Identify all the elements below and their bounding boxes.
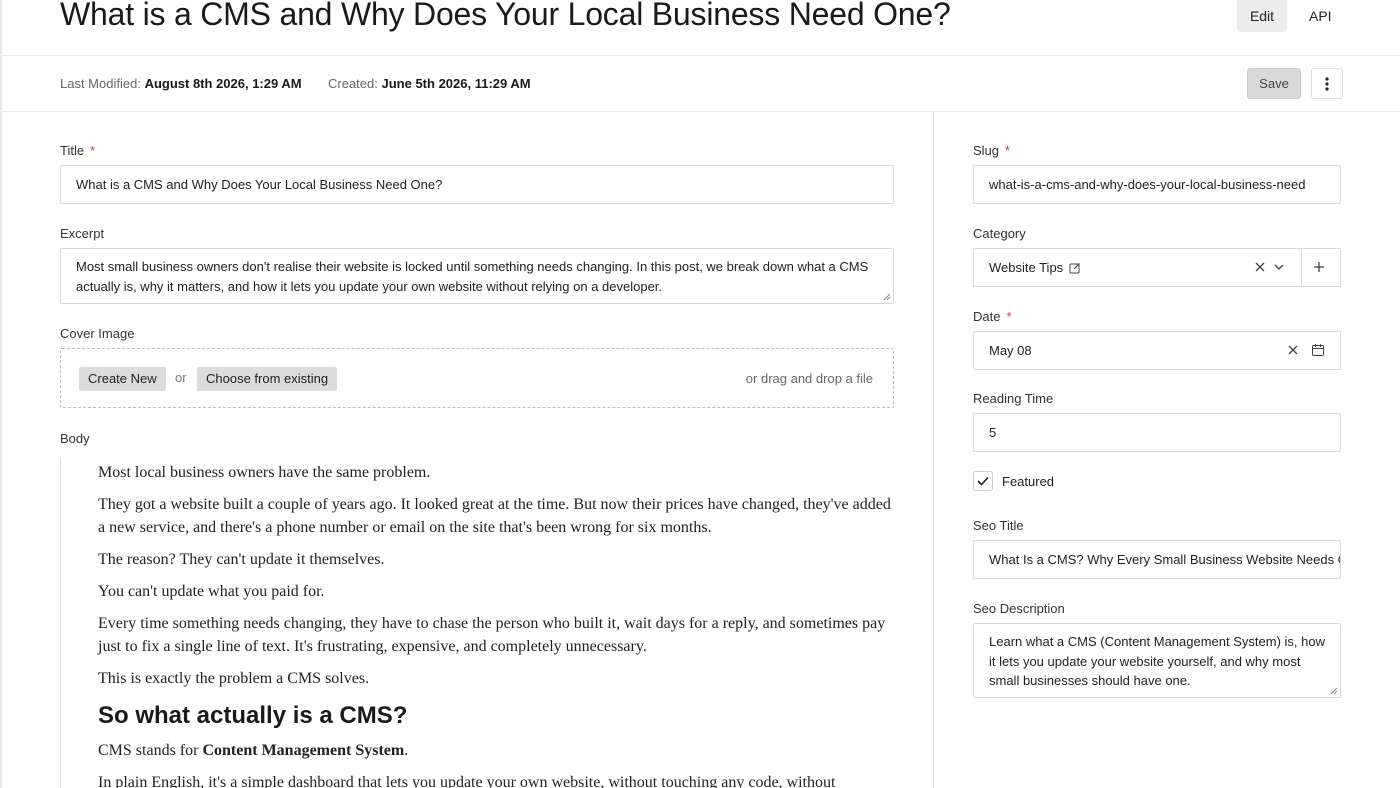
seo-description-text: Learn what a CMS (Content Management Sys…	[989, 634, 1325, 688]
page-title: What is a CMS and Why Does Your Local Bu…	[60, 0, 951, 32]
drag-drop-hint: or drag and drop a file	[745, 371, 873, 386]
plus-icon	[1314, 262, 1324, 272]
reading-time-input[interactable]: 5	[973, 413, 1341, 452]
tab-edit[interactable]: Edit	[1237, 0, 1287, 32]
clear-date-button[interactable]	[1287, 344, 1299, 356]
created: Created: June 5th 2026, 11:29 AM	[328, 76, 531, 91]
body-editor[interactable]: Most local business owners have the same…	[60, 459, 900, 788]
clear-category-button[interactable]	[1253, 260, 1267, 274]
calendar-icon	[1312, 344, 1324, 356]
body-paragraph: Most local business owners have the same…	[98, 464, 431, 481]
more-options-button[interactable]	[1311, 68, 1343, 99]
excerpt-textarea[interactable]: Most small business owners don't realise…	[60, 248, 894, 304]
vertical-dots-icon	[1325, 76, 1329, 91]
body-label: Body	[60, 431, 90, 446]
last-modified-label: Last Modified:	[60, 76, 141, 91]
save-button[interactable]: Save	[1247, 68, 1301, 99]
date-value: May 08	[989, 343, 1032, 358]
category-dropdown-toggle[interactable]	[1272, 260, 1286, 274]
created-value: June 5th 2026, 11:29 AM	[381, 76, 531, 91]
resize-handle-icon[interactable]	[1330, 687, 1338, 695]
created-label: Created:	[328, 76, 378, 91]
tab-api[interactable]: API	[1297, 0, 1343, 32]
choose-existing-button[interactable]: Choose from existing	[197, 367, 338, 391]
required-marker: *	[1005, 143, 1011, 158]
or-text: or	[175, 370, 187, 385]
body-paragraph: You can't update what you paid for.	[98, 583, 325, 600]
page-header: What is a CMS and Why Does Your Local Bu…	[2, 0, 1400, 56]
body-heading: So what actually is a CMS?	[98, 702, 408, 729]
seo-title-input[interactable]: What Is a CMS? Why Every Small Business …	[973, 540, 1341, 579]
excerpt-text: Most small business owners don't realise…	[76, 259, 869, 294]
category-label: Category	[973, 226, 1026, 241]
close-icon	[1255, 262, 1265, 272]
pencil-square-icon[interactable]	[1069, 262, 1081, 274]
close-icon	[1288, 345, 1298, 355]
column-divider	[933, 112, 934, 788]
required-marker: *	[90, 143, 96, 158]
resize-handle-icon[interactable]	[883, 293, 891, 301]
cover-image-label: Cover Image	[60, 326, 135, 341]
left-rail	[0, 0, 2, 788]
category-select[interactable]: Website Tips	[973, 248, 1341, 287]
category-divider	[1301, 249, 1302, 286]
date-label: Date *	[973, 309, 1012, 324]
open-calendar-button[interactable]	[1311, 343, 1325, 357]
featured-label: Featured	[1002, 474, 1055, 489]
seo-title-label: Seo Title	[973, 518, 1024, 533]
excerpt-label: Excerpt	[60, 226, 105, 241]
date-input[interactable]: May 08	[973, 331, 1341, 370]
body-paragraph: Every time something needs changing, the…	[98, 615, 886, 655]
create-new-button[interactable]: Create New	[79, 367, 166, 391]
category-value: Website Tips	[989, 260, 1081, 275]
title-input[interactable]: What is a CMS and Why Does Your Local Bu…	[60, 165, 894, 204]
body-paragraph: They got a website built a couple of yea…	[98, 496, 891, 536]
last-modified: Last Modified: August 8th 2026, 1:29 AM	[60, 76, 302, 91]
meta-bar: Last Modified: August 8th 2026, 1:29 AM …	[2, 56, 1400, 112]
slug-input[interactable]: what-is-a-cms-and-why-does-your-local-bu…	[973, 165, 1341, 204]
chevron-down-icon	[1274, 264, 1284, 270]
body-paragraph: The reason? They can't update it themsel…	[98, 551, 385, 568]
add-category-button[interactable]	[1312, 260, 1326, 274]
last-modified-value: August 8th 2026, 1:29 AM	[144, 76, 302, 91]
slug-label: Slug *	[973, 143, 1011, 158]
title-label: Title *	[60, 143, 96, 158]
body-paragraph: In plain English, it's a simple dashboar…	[98, 774, 836, 788]
featured-checkbox[interactable]	[973, 471, 993, 491]
check-icon	[977, 476, 989, 486]
reading-time-label: Reading Time	[973, 391, 1054, 406]
required-marker: *	[1006, 309, 1012, 324]
seo-description-textarea[interactable]: Learn what a CMS (Content Management Sys…	[973, 623, 1341, 698]
cover-image-dropzone[interactable]: Create New or Choose from existing or dr…	[60, 348, 894, 408]
seo-description-label: Seo Description	[973, 601, 1065, 616]
body-paragraph: CMS stands for Content Management System…	[98, 742, 409, 759]
body-paragraph: This is exactly the problem a CMS solves…	[98, 670, 370, 687]
